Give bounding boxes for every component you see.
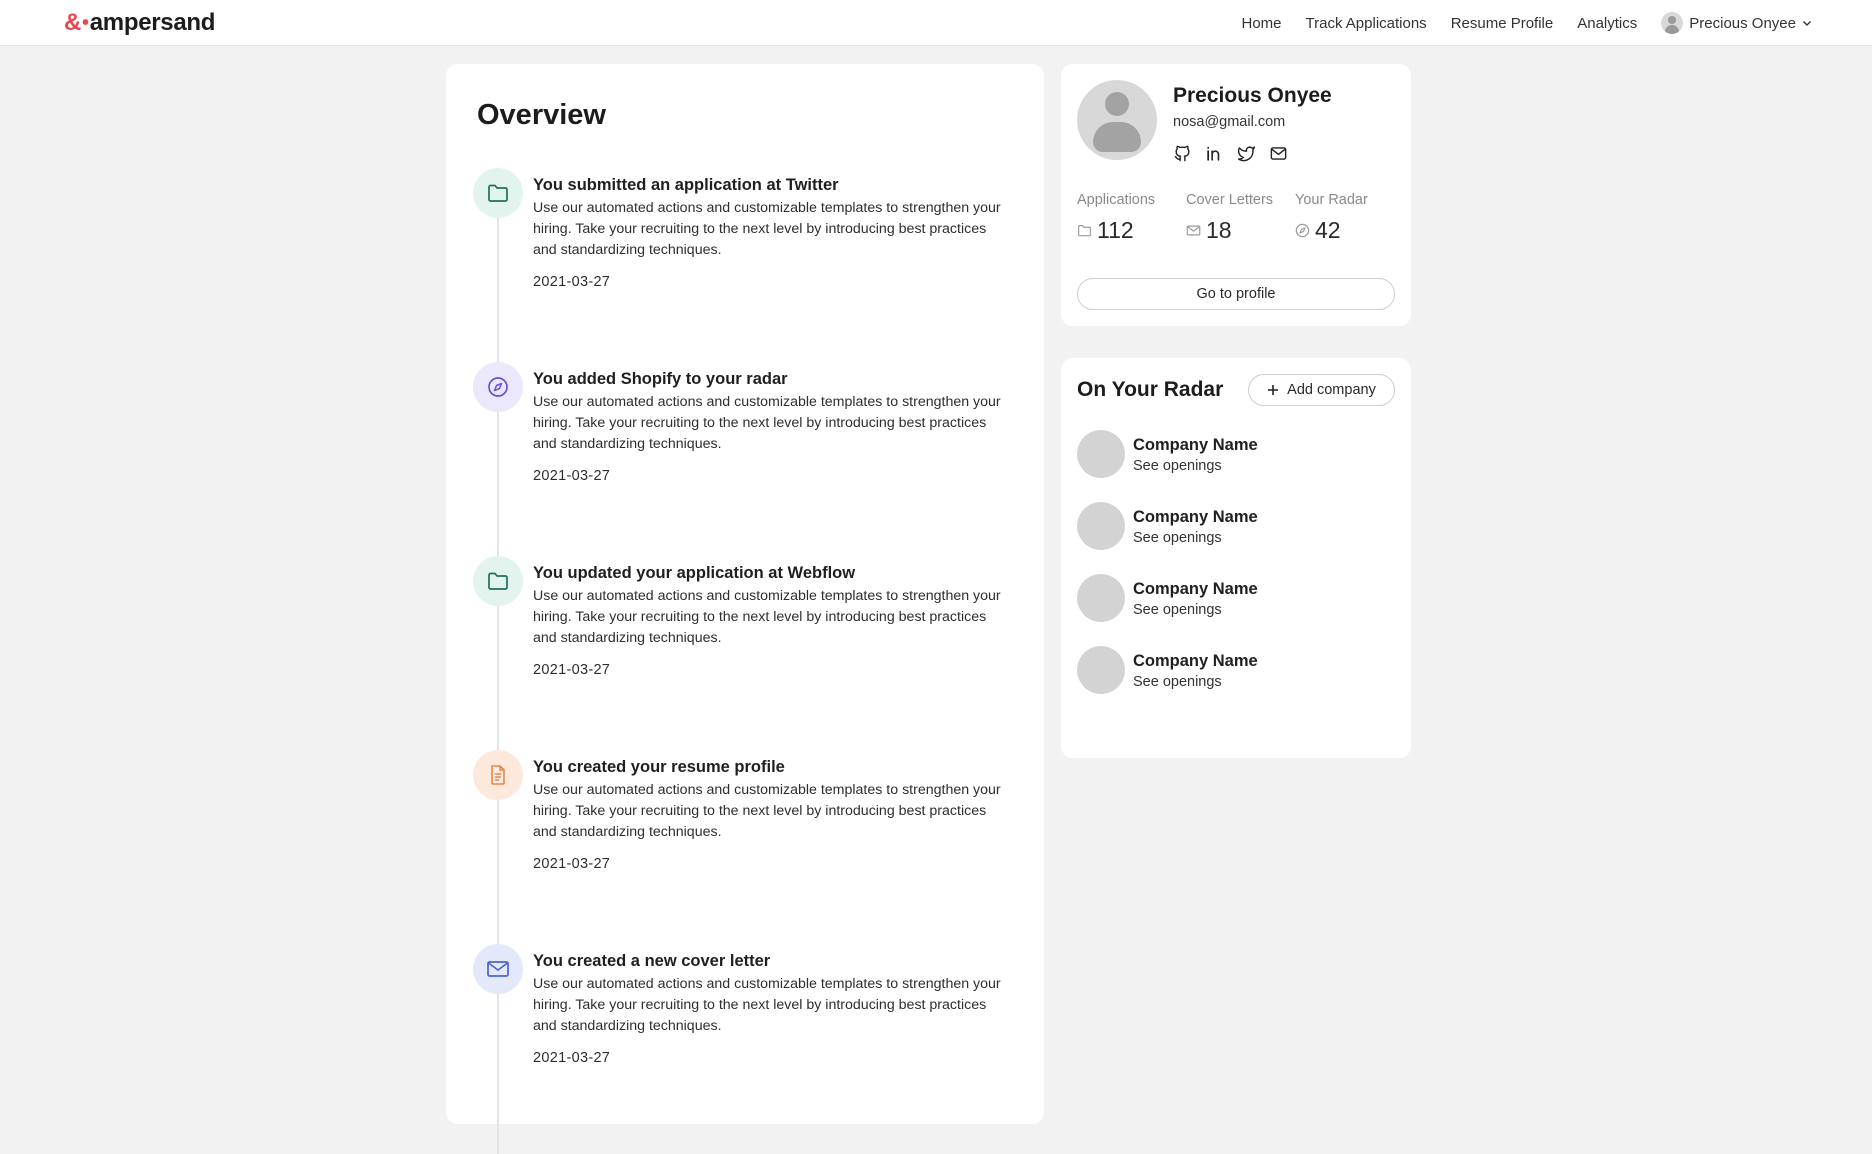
nav-track-applications[interactable]: Track Applications: [1306, 15, 1427, 32]
timeline-item-title: You updated your application at Webflow: [533, 564, 856, 582]
timeline-item-description: Use our automated actions and customizab…: [533, 200, 1001, 258]
radar-company-item[interactable]: Company Name See openings: [1077, 502, 1397, 552]
github-icon[interactable]: [1173, 144, 1192, 163]
see-openings-link[interactable]: See openings: [1133, 530, 1222, 546]
stat-value: 18: [1206, 217, 1232, 243]
timeline-item-date: 2021-03-27: [533, 662, 611, 678]
ampersand-logo[interactable]: & • ampersand: [64, 9, 215, 37]
stat-value: 42: [1315, 217, 1341, 243]
timeline-item-date: 2021-03-27: [533, 274, 611, 290]
top-navigation-bar: & • ampersand Home Track Applications Resu…: [0, 0, 1872, 46]
chevron-down-icon: [1803, 21, 1811, 26]
user-menu[interactable]: Precious Onyee: [1661, 12, 1812, 34]
document-icon: [473, 750, 523, 800]
timeline-item-title: You created a new cover letter: [533, 952, 771, 970]
company-name: Company Name: [1133, 580, 1258, 598]
see-openings-link[interactable]: See openings: [1133, 674, 1222, 690]
company-name: Company Name: [1133, 436, 1258, 454]
timeline-item-description: Use our automated actions and customizab…: [533, 976, 1001, 1034]
timeline-item-date: 2021-03-27: [533, 856, 611, 872]
user-avatar: [1661, 12, 1684, 34]
radar-company-item[interactable]: Company Name See openings: [1077, 430, 1397, 480]
timeline-item-title: You created your resume profile: [533, 758, 785, 776]
nav-resume-profile[interactable]: Resume Profile: [1451, 15, 1554, 32]
company-logo: [1077, 646, 1125, 694]
stat-label: Your Radar: [1295, 192, 1368, 208]
company-logo: [1077, 574, 1125, 622]
timeline-item-date: 2021-03-27: [533, 1050, 611, 1066]
linkedin-icon[interactable]: [1205, 144, 1224, 163]
logo-dot: •: [82, 11, 89, 34]
stat-label: Cover Letters: [1186, 192, 1274, 208]
see-openings-link[interactable]: See openings: [1133, 458, 1222, 474]
nav-analytics[interactable]: Analytics: [1577, 15, 1637, 32]
mail-icon: [1186, 225, 1201, 236]
overview-title: Overview: [477, 99, 606, 131]
add-company-button[interactable]: Add company: [1248, 374, 1395, 406]
timeline-item-description: Use our automated actions and customizab…: [533, 394, 1001, 452]
radar-company-item[interactable]: Company Name See openings: [1077, 646, 1397, 696]
mail-icon[interactable]: [1269, 144, 1288, 163]
timeline-item-title: You added Shopify to your radar: [533, 370, 788, 388]
go-to-profile-button[interactable]: Go to profile: [1077, 278, 1395, 310]
folder-icon: [473, 168, 523, 218]
overview-panel: Overview You submitted an application at…: [446, 64, 1044, 1154]
stat-your-radar: Your Radar 42: [1295, 192, 1404, 244]
profile-name: Precious Onyee: [1173, 84, 1332, 107]
stat-label: Applications: [1077, 192, 1156, 208]
social-links: [1173, 144, 1288, 163]
main-nav: Home Track Applications Resume Profile A…: [1242, 0, 1813, 46]
logo-symbol: &: [64, 9, 82, 36]
mail-icon: [473, 944, 523, 994]
profile-stats: Applications 112 Cover Letters 18 Your R…: [1077, 192, 1404, 244]
plus-icon: [1268, 385, 1279, 395]
profile-avatar: [1077, 80, 1157, 160]
twitter-icon[interactable]: [1237, 144, 1256, 163]
company-logo: [1077, 430, 1125, 478]
nav-home[interactable]: Home: [1242, 15, 1282, 32]
company-name: Company Name: [1133, 508, 1258, 526]
timeline-item-description: Use our automated actions and customizab…: [533, 782, 1001, 840]
timeline-item-description: Use our automated actions and customizab…: [533, 588, 1001, 646]
profile-email: nosa@gmail.com: [1173, 114, 1286, 130]
logo-text: ampersand: [89, 9, 216, 36]
compass-icon: [473, 362, 523, 412]
timeline-line: [497, 214, 499, 1154]
timeline-item-title: You submitted an application at Twitter: [533, 176, 839, 194]
compass-icon: [1295, 223, 1310, 238]
radar-company-item[interactable]: Company Name See openings: [1077, 574, 1397, 624]
radar-title: On Your Radar: [1077, 378, 1224, 401]
stat-value: 112: [1097, 217, 1134, 243]
company-logo: [1077, 502, 1125, 550]
timeline-item-date: 2021-03-27: [533, 468, 611, 484]
user-name: Precious Onyee: [1689, 14, 1796, 32]
folder-icon: [1078, 225, 1091, 237]
profile-card: Precious Onyee nosa@gmail.com Applicatio…: [1061, 64, 1411, 326]
stat-cover-letters: Cover Letters 18: [1186, 192, 1295, 244]
folder-icon: [473, 556, 523, 606]
stat-applications: Applications 112: [1077, 192, 1186, 244]
company-name: Company Name: [1133, 652, 1258, 670]
radar-panel: On Your Radar Add company Company Name S…: [1061, 358, 1411, 758]
see-openings-link[interactable]: See openings: [1133, 602, 1222, 618]
add-company-label: Add company: [1287, 382, 1376, 398]
